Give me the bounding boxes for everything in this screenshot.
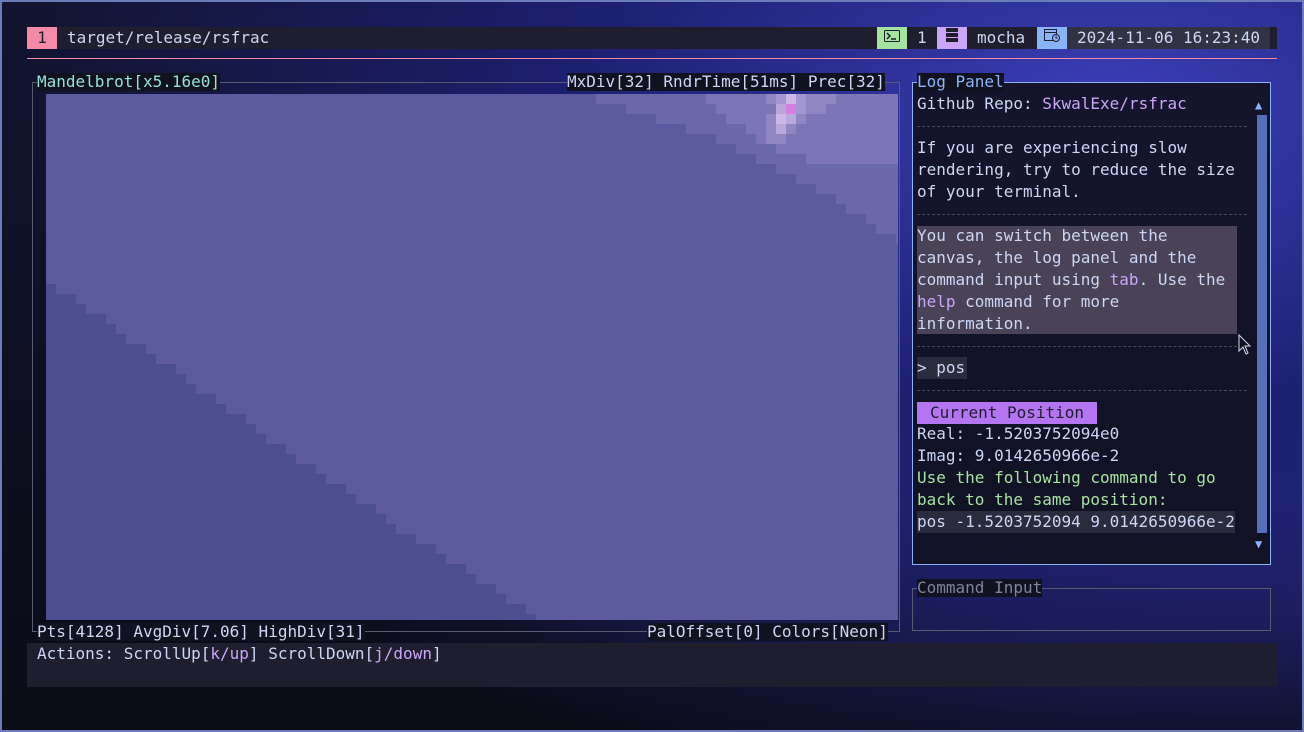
log-separator xyxy=(917,126,1247,127)
repo-label: Github Repo: xyxy=(917,94,1043,113)
fractal-canvas[interactable] xyxy=(46,94,898,620)
imag-value: Imag: 9.0142650966e-2 xyxy=(917,446,1120,465)
tip-text: command for more xyxy=(955,292,1120,311)
workspace-indicator[interactable]: 1 xyxy=(27,27,57,49)
actions-bar: Actions: ScrollUp[k/up] ScrollDown[j/dow… xyxy=(27,643,1277,687)
tip-line: help command for more xyxy=(917,291,1119,313)
terminal-count: 1 xyxy=(917,28,927,47)
slow-hint-line: rendering, try to reduce the size xyxy=(917,160,1235,179)
log-separator xyxy=(917,390,1247,391)
scroll-up-keys: k/up xyxy=(210,644,249,663)
position-hint: back to the same position: xyxy=(917,490,1168,509)
command-input-title: Command Input xyxy=(917,578,1043,597)
actions-text: Actions: ScrollUp[k/up] ScrollDown[j/dow… xyxy=(37,643,442,665)
server-icon xyxy=(937,27,967,49)
status-bar-underline xyxy=(27,58,1277,59)
tip-line: You can switch between the xyxy=(917,226,1168,245)
log-separator xyxy=(917,214,1247,215)
canvas-render-stats: MxDiv[32] RndrTime[51ms] Prec[32] xyxy=(567,72,885,91)
repo-link[interactable]: SkwalExe/rsfrac xyxy=(1042,94,1187,113)
mouse-cursor-icon xyxy=(1238,334,1252,355)
window-title: target/release/rsfrac xyxy=(67,28,270,47)
status-bar: 1 target/release/rsfrac 1 mocha 2024-11-… xyxy=(27,27,1277,49)
slow-hint-line: of your terminal. xyxy=(917,182,1081,201)
fractal-image xyxy=(46,94,898,620)
hostname: mocha xyxy=(977,28,1026,47)
command-echo: > pos xyxy=(917,358,966,377)
position-command[interactable]: pos -1.5203752094 9.0142650966e-2 xyxy=(917,511,1235,533)
actions-label: ] xyxy=(431,644,442,663)
actions-label: ] ScrollDown[ xyxy=(248,644,375,663)
canvas-palette-stats: PalOffset[0] Colors[Neon] xyxy=(647,622,888,641)
log-scrollbar[interactable] xyxy=(1257,115,1267,533)
calendar-clock-icon xyxy=(1037,27,1067,49)
datetime: 2024-11-06 16:23:40 xyxy=(1067,27,1271,49)
repo-line: Github Repo: SkwalExe/rsfrac xyxy=(917,93,1187,115)
scroll-down-keys: j/down xyxy=(374,644,432,663)
scroll-up-arrow[interactable]: ▲ xyxy=(1255,99,1262,111)
tip-text: command input using xyxy=(917,270,1110,289)
canvas-title: Mandelbrot[x5.16e0] xyxy=(37,72,221,91)
actions-label: Actions: ScrollUp[ xyxy=(37,644,211,663)
canvas-point-stats: Pts[4128] AvgDiv[7.06] HighDiv[31] xyxy=(37,622,365,641)
terminal-icon xyxy=(877,27,907,49)
tip-line: canvas, the log panel and the xyxy=(917,248,1197,267)
current-position-badge: Current Position xyxy=(917,402,1097,424)
log-separator xyxy=(917,346,1247,347)
slow-hint-line: If you are experiencing slow xyxy=(917,138,1187,157)
real-value: Real: -1.5203752094e0 xyxy=(917,424,1120,443)
help-command-highlight: help xyxy=(917,292,956,311)
tip-line: command input using tab. Use the xyxy=(917,269,1225,291)
tip-line: information. xyxy=(917,314,1033,333)
log-panel-title: Log Panel xyxy=(917,72,1004,91)
tab-key-highlight: tab xyxy=(1109,270,1139,289)
tip-text: . Use the xyxy=(1138,270,1226,289)
position-hint: Use the following command to go xyxy=(917,468,1216,487)
scroll-down-arrow[interactable]: ▼ xyxy=(1255,538,1262,550)
